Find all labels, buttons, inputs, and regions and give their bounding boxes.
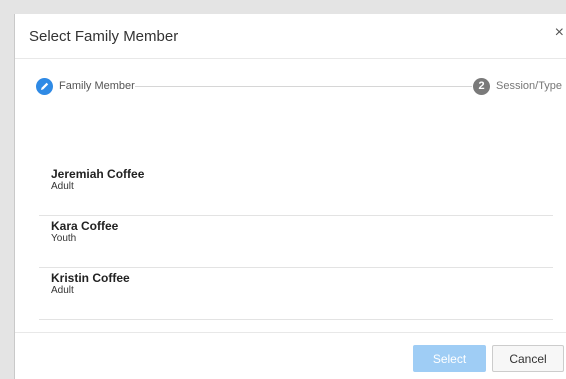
member-role: Adult [51, 181, 74, 192]
list-item[interactable]: Kara Coffee Youth [39, 216, 553, 268]
stepper: Family Member 2 Session/Type [15, 72, 566, 102]
member-name: Jeremiah Coffee [51, 167, 145, 181]
dialog-footer: Select Cancel [15, 332, 566, 379]
list-item[interactable]: Kristin Coffee Adult [39, 268, 553, 320]
step-2-number: 2 [473, 78, 490, 95]
list-item[interactable]: Jeremiah Coffee Adult [39, 164, 553, 216]
close-icon[interactable]: × [555, 24, 564, 42]
member-role: Youth [51, 233, 77, 244]
pencil-icon [36, 78, 53, 95]
member-name: Kara Coffee [51, 219, 119, 233]
member-role: Adult [51, 285, 74, 296]
step-2-label: Session/Type [496, 80, 563, 92]
dialog-header: Select Family Member × [15, 14, 566, 59]
step-1-label: Family Member [59, 80, 135, 92]
dialog-title: Select Family Member [29, 28, 179, 45]
step-connector [135, 86, 472, 87]
member-name: Kristin Coffee [51, 271, 130, 285]
select-family-member-dialog: Select Family Member × Family Member 2 S… [14, 14, 566, 379]
cancel-button[interactable]: Cancel [492, 345, 564, 372]
family-member-list: Jeremiah Coffee Adult Kara Coffee Youth … [39, 164, 553, 320]
select-button[interactable]: Select [413, 345, 486, 372]
